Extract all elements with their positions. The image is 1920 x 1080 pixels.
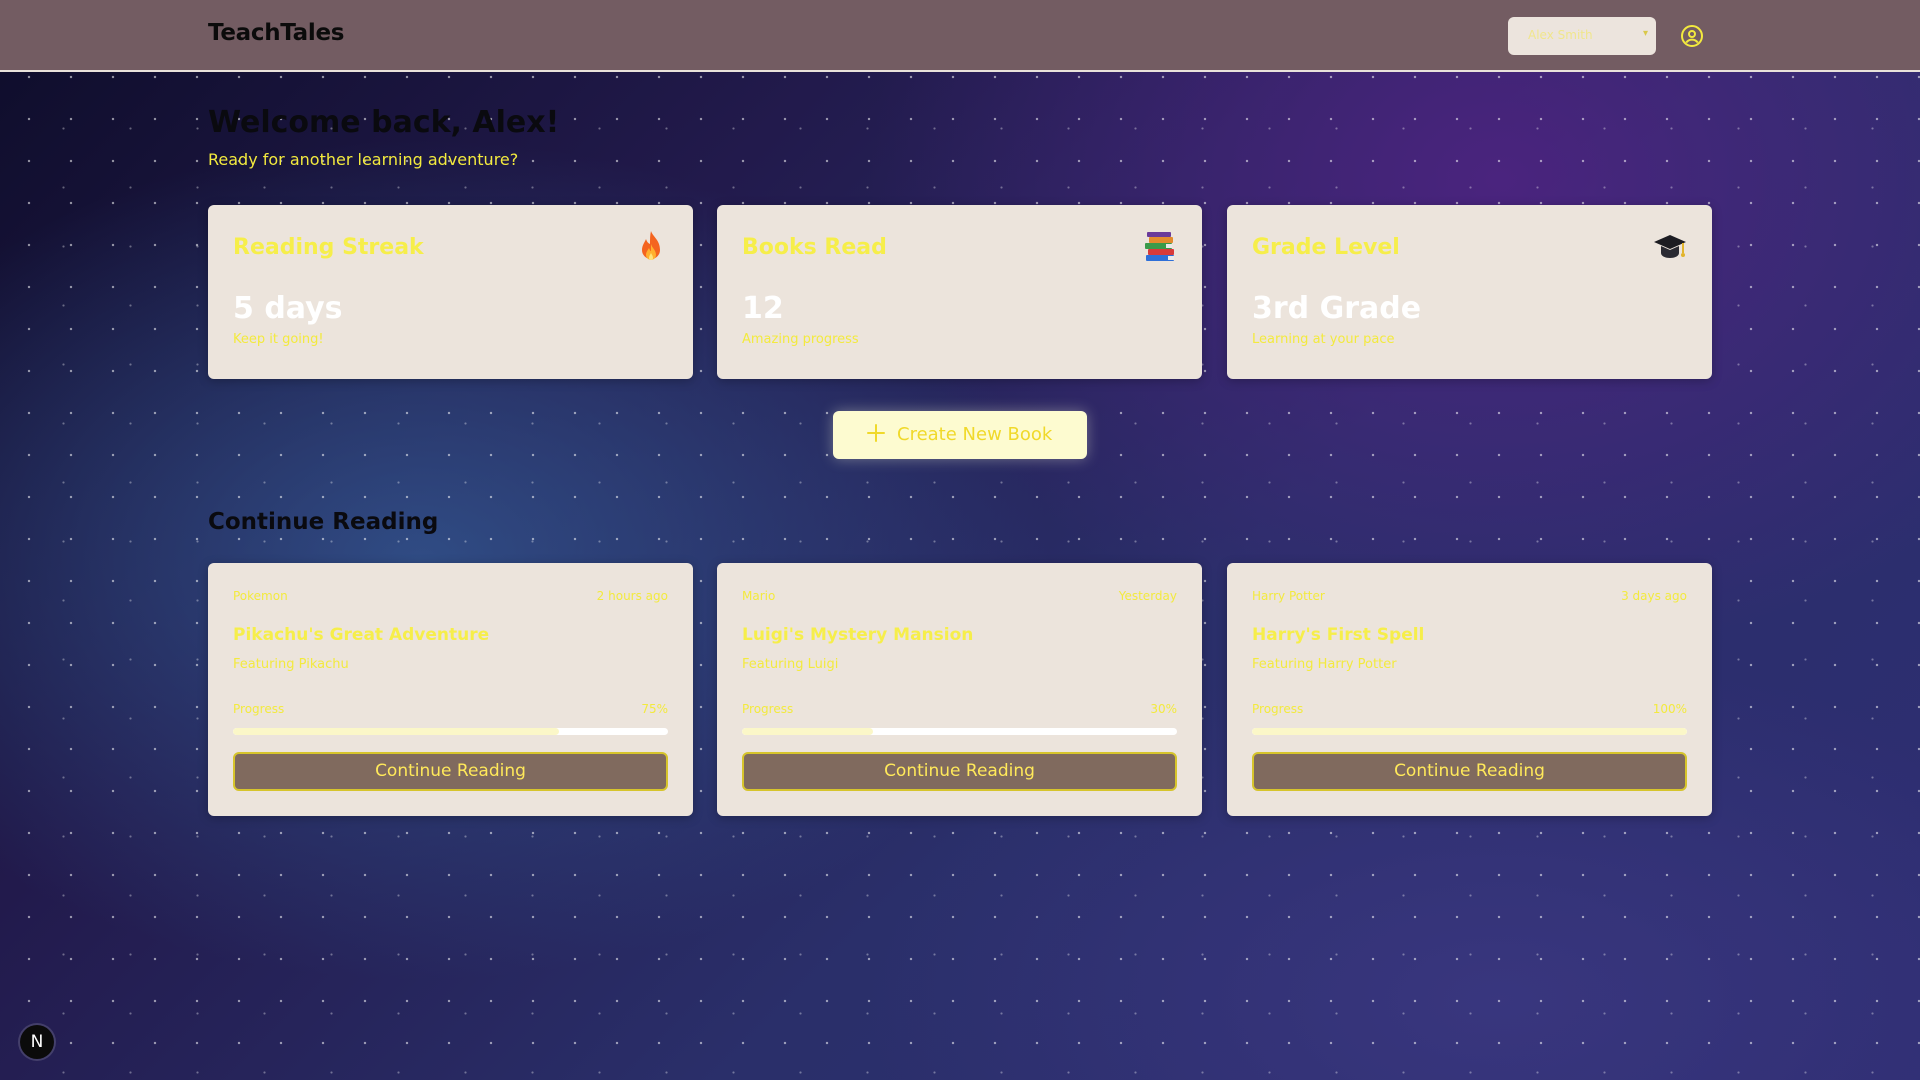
progress-bar-fill xyxy=(742,728,873,735)
book-featuring: Featuring Luigi xyxy=(742,657,839,672)
books-icon xyxy=(1142,229,1178,265)
book-series: Pokemon xyxy=(233,589,288,603)
page-subtitle: Ready for another learning adventure? xyxy=(208,150,519,169)
book-title: Harry's First Spell xyxy=(1252,625,1425,645)
dev-tools-badge[interactable]: N xyxy=(20,1025,54,1059)
user-circle-icon[interactable] xyxy=(1680,24,1704,48)
book-last-read: 3 days ago xyxy=(1621,589,1687,603)
stat-card-grade-level: Grade Level 3rd Grade Learning at your p… xyxy=(1227,205,1712,379)
progress-label: Progress xyxy=(233,702,285,716)
book-series: Harry Potter xyxy=(1252,589,1325,603)
stat-value: 5 days xyxy=(233,291,343,326)
book-title: Luigi's Mystery Mansion xyxy=(742,625,974,645)
stat-card-books-read: Books Read 12 Amazing progress xyxy=(717,205,1202,379)
progress-percent: 30% xyxy=(1150,702,1177,716)
stat-value: 12 xyxy=(742,291,784,326)
progress-bar xyxy=(233,728,668,735)
book-series: Mario xyxy=(742,589,776,603)
book-card[interactable]: Harry Potter 3 days ago Harry's First Sp… xyxy=(1227,563,1712,816)
page-title: Welcome back, Alex! xyxy=(208,105,560,140)
progress-bar xyxy=(1252,728,1687,735)
progress-percent: 100% xyxy=(1652,702,1687,716)
book-title: Pikachu's Great Adventure xyxy=(233,625,490,645)
stat-title: Books Read xyxy=(742,235,887,260)
book-last-read: Yesterday xyxy=(1118,589,1177,603)
progress-bar-fill xyxy=(233,728,560,735)
book-card[interactable]: Mario Yesterday Luigi's Mystery Mansion … xyxy=(717,563,1202,816)
stat-value: 3rd Grade xyxy=(1252,291,1422,326)
book-last-read: 2 hours ago xyxy=(596,589,668,603)
book-featuring: Featuring Harry Potter xyxy=(1252,657,1397,672)
top-navbar: TeachTales Alex Smith ▾ xyxy=(0,0,1920,72)
continue-reading-button[interactable]: Continue Reading xyxy=(233,752,668,791)
stat-title: Reading Streak xyxy=(233,235,424,260)
graduation-cap-icon xyxy=(1652,229,1688,265)
progress-label: Progress xyxy=(1252,702,1304,716)
create-new-book-label: Create New Book xyxy=(897,424,1053,445)
plus-icon xyxy=(867,424,885,442)
stat-title: Grade Level xyxy=(1252,235,1400,260)
stat-note: Learning at your pace xyxy=(1252,332,1395,347)
continue-reading-button[interactable]: Continue Reading xyxy=(742,752,1177,791)
stat-note: Keep it going! xyxy=(233,332,324,347)
book-card[interactable]: Pokemon 2 hours ago Pikachu's Great Adve… xyxy=(208,563,693,816)
continue-reading-button[interactable]: Continue Reading xyxy=(1252,752,1687,791)
book-featuring: Featuring Pikachu xyxy=(233,657,349,672)
progress-label: Progress xyxy=(742,702,794,716)
stat-note: Amazing progress xyxy=(742,332,859,347)
chevron-down-icon: ▾ xyxy=(1642,28,1648,39)
progress-bar-fill xyxy=(1252,728,1687,735)
progress-bar xyxy=(742,728,1177,735)
brand-logo[interactable]: TeachTales xyxy=(208,20,344,46)
stat-card-reading-streak: Reading Streak 5 days Keep it going! xyxy=(208,205,693,379)
section-title: Continue Reading xyxy=(208,509,439,535)
user-select-value: Alex Smith xyxy=(1528,28,1593,42)
create-new-book-button[interactable]: Create New Book xyxy=(833,411,1087,459)
progress-percent: 75% xyxy=(641,702,668,716)
user-select[interactable]: Alex Smith ▾ xyxy=(1508,17,1656,55)
fire-icon xyxy=(633,229,669,265)
